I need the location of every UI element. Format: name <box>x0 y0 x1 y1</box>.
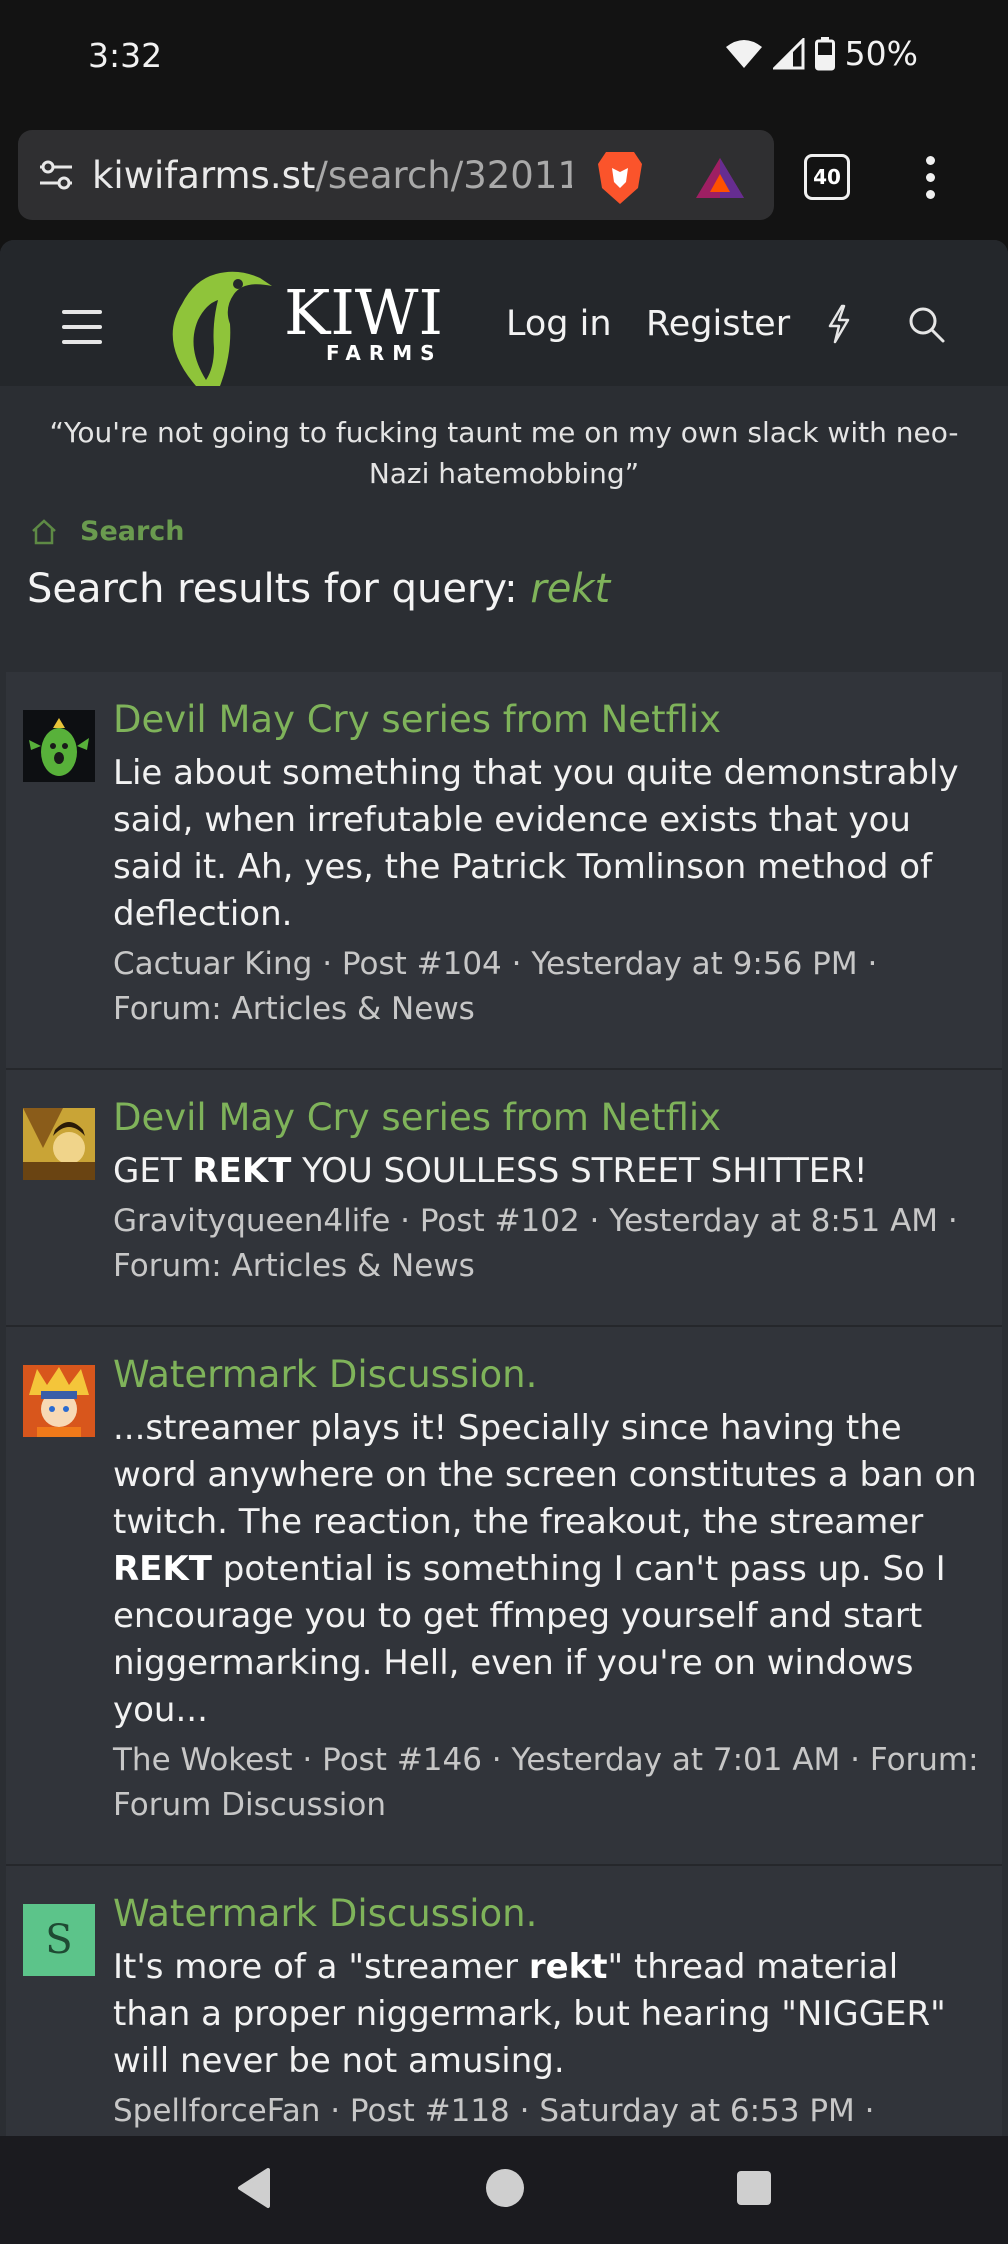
battery-percent: 50% <box>844 34 918 73</box>
system-nav-bar <box>0 2136 1008 2244</box>
list-item: Devil May Cry series from Netflix Lie ab… <box>6 672 1002 1070</box>
tabs-button[interactable]: 40 <box>804 154 850 200</box>
result-snippet: ...streamer plays it! Specially since ha… <box>113 1408 977 1730</box>
list-item: Watermark Discussion. ...streamer plays … <box>6 1327 1002 1866</box>
login-link[interactable]: Log in <box>506 304 612 344</box>
search-icon[interactable] <box>906 304 946 344</box>
result-snippet: Lie about something that you quite demon… <box>113 753 959 934</box>
result-meta: The Wokest · Post #146 · Yesterday at 7:… <box>113 1742 979 1823</box>
brave-lion-icon[interactable] <box>596 150 644 206</box>
signal-icon <box>772 37 805 69</box>
bat-rewards-icon[interactable] <box>694 156 746 200</box>
back-icon[interactable] <box>234 2166 274 2210</box>
result-snippet: GET REKT YOU SOULLESS STREET SHITTER! <box>113 1151 868 1191</box>
lightning-icon[interactable] <box>824 304 854 344</box>
page-title: Search results for query: rekt <box>27 566 611 612</box>
result-title[interactable]: Watermark Discussion. <box>113 1890 982 1938</box>
site-tagline: “You're not going to fucking taunt me on… <box>49 416 959 490</box>
breadcrumb-search[interactable]: Search <box>80 516 185 547</box>
results-list: Devil May Cry series from Netflix Lie ab… <box>6 672 1002 2136</box>
result-meta: Cactuar King · Post #104 · Yesterday at … <box>113 946 878 1027</box>
site-logo[interactable]: KIWI FARMS <box>160 264 490 386</box>
url-host: kiwifarms.st <box>92 153 316 197</box>
status-bar: 3:32 50% <box>0 0 1008 118</box>
tune-icon[interactable] <box>36 155 76 195</box>
breadcrumb: Search <box>30 516 185 547</box>
avatar[interactable] <box>23 1365 95 1437</box>
result-meta: Gravityqueen4life · Post #102 · Yesterda… <box>113 1203 958 1284</box>
battery-icon <box>814 36 835 70</box>
recents-icon[interactable] <box>734 2166 774 2210</box>
kebab-menu-icon[interactable] <box>926 156 936 207</box>
wifi-icon <box>725 39 762 68</box>
browser-toolbar: kiwifarms.st/search/3201116 40 <box>0 118 1008 238</box>
result-title[interactable]: Devil May Cry series from Netflix <box>113 1094 982 1142</box>
avatar[interactable]: S <box>23 1904 95 1976</box>
url-text[interactable]: kiwifarms.st/search/3201116 <box>92 154 572 197</box>
home-icon[interactable] <box>30 518 58 545</box>
query-term: rekt <box>530 566 611 612</box>
result-snippet: It's more of a "streamer rekt" thread ma… <box>113 1947 946 2081</box>
svg-text:FARMS: FARMS <box>326 341 443 365</box>
web-page: KIWI FARMS Log in Register “You're not g… <box>0 240 1008 2136</box>
status-time: 3:32 <box>88 36 163 75</box>
avatar[interactable] <box>23 1108 95 1180</box>
url-path: /search/3201116 <box>315 153 572 197</box>
svg-text:KIWI: KIWI <box>284 276 443 349</box>
hamburger-icon[interactable] <box>62 310 102 355</box>
register-link[interactable]: Register <box>646 304 790 344</box>
result-title[interactable]: Devil May Cry series from Netflix <box>113 696 982 744</box>
list-item: S Watermark Discussion. It's more of a "… <box>6 1866 1002 2136</box>
home-nav-icon[interactable] <box>484 2166 526 2210</box>
result-title[interactable]: Watermark Discussion. <box>113 1351 982 1399</box>
result-meta: SpellforceFan · Post #118 · Saturday at … <box>113 2093 875 2129</box>
avatar[interactable] <box>23 710 95 782</box>
list-item: Devil May Cry series from Netflix GET RE… <box>6 1070 1002 1327</box>
address-bar[interactable]: kiwifarms.st/search/3201116 <box>18 130 774 220</box>
site-header: KIWI FARMS Log in Register <box>0 240 1008 386</box>
